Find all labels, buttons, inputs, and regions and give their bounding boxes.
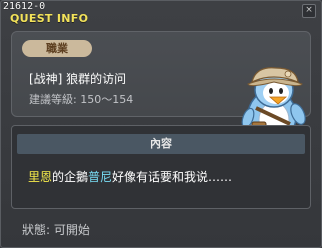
quest-status: 狀態: 可開始 (22, 223, 90, 237)
quest-name: [战神] 狼群的访问 (29, 72, 127, 86)
quest-summary-panel: 職業 [战神] 狼群的访问 建議等級: 150～154 (11, 31, 311, 146)
quest-info-window: 21612-0 QUEST INFO × 職業 [战神] 狼群的访问 建議等級:… (0, 0, 322, 248)
content-header: 內容 (17, 134, 305, 154)
quest-description: 里恩的企鵝普尼好像有话要和我说…… (28, 168, 232, 185)
description-text: 好像有话要和我说…… (112, 170, 233, 184)
quest-content-panel: 內容 里恩的企鵝普尼好像有话要和我说…… (11, 125, 311, 209)
recommended-level: 建議等級: 150～154 (29, 93, 134, 106)
close-button[interactable]: × (302, 4, 316, 18)
window-title: QUEST INFO (10, 12, 89, 25)
npc-name-highlight: 里恩 (28, 170, 53, 184)
description-text: 的企鵝 (52, 170, 89, 184)
job-badge: 職業 (22, 40, 92, 57)
npc-name-highlight: 普尼 (88, 170, 113, 184)
quest-id: 21612-0 (3, 1, 46, 12)
